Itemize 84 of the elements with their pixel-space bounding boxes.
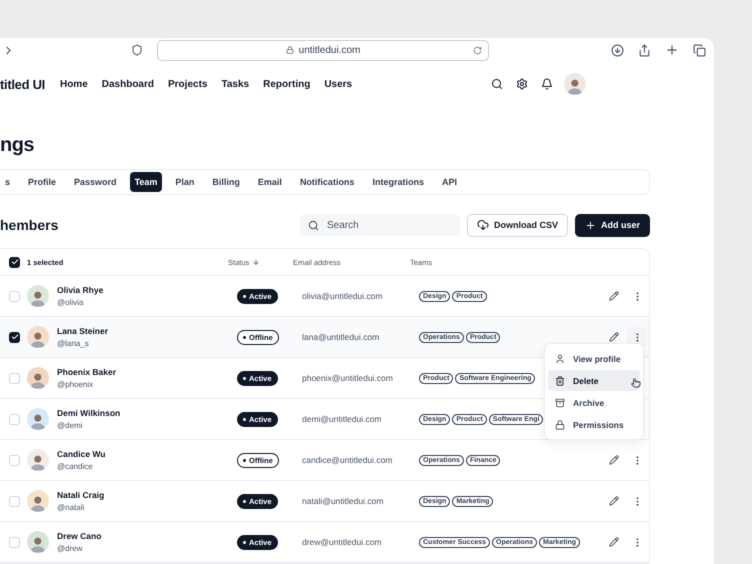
- address-bar[interactable]: untitledui.com: [157, 40, 489, 60]
- user-name: Lana Steiner: [57, 326, 108, 336]
- user-handle: @natali: [57, 503, 86, 512]
- search-icon[interactable]: [491, 78, 503, 90]
- user-handle: @demi: [57, 421, 84, 430]
- reload-icon[interactable]: [473, 46, 482, 54]
- user-name: Phoenix Baker: [57, 367, 116, 377]
- nav-link[interactable]: Users: [324, 78, 352, 90]
- person-silhouette-icon: [29, 535, 47, 553]
- search-field[interactable]: Search: [300, 214, 460, 236]
- user-handle: @lana_s: [57, 339, 90, 348]
- archive-icon: [555, 398, 565, 408]
- shield-icon[interactable]: [131, 44, 143, 56]
- email-text: demi@untitledui.com: [302, 414, 382, 424]
- download-csv-button[interactable]: Download CSV: [466, 214, 568, 236]
- nav-link[interactable]: Tasks: [221, 78, 250, 90]
- pencil-icon: [609, 496, 619, 506]
- avatar[interactable]: [564, 73, 586, 95]
- tab[interactable]: Plan: [170, 172, 200, 192]
- user-handle: @candice: [57, 462, 94, 471]
- nav-link[interactable]: Dashboard: [102, 78, 154, 90]
- settings-icon[interactable]: [516, 78, 528, 90]
- cloud-download-icon: [476, 219, 489, 231]
- person-silhouette-icon: [29, 289, 47, 307]
- pencil-icon: [609, 332, 619, 342]
- user-icon: [555, 354, 565, 364]
- menu-item[interactable]: Delete: [548, 370, 640, 391]
- tab[interactable]: Team: [130, 172, 162, 192]
- email-text: phoenix@untitledui.com: [302, 373, 393, 383]
- arrow-down-icon[interactable]: [252, 258, 260, 266]
- tab[interactable]: Email: [252, 172, 287, 192]
- hand-cursor-icon: [631, 378, 641, 388]
- pencil-icon: [609, 537, 619, 547]
- copy-icon[interactable]: [693, 44, 706, 56]
- email-text: candice@untitledui.com: [302, 455, 392, 465]
- trash-icon: [555, 376, 565, 386]
- tab[interactable]: s: [0, 172, 16, 192]
- menu-item[interactable]: Permissions: [548, 414, 640, 435]
- download-icon[interactable]: [611, 44, 624, 56]
- tab[interactable]: Billing: [207, 172, 245, 192]
- lock-icon: [286, 46, 294, 54]
- search-icon: [308, 220, 319, 230]
- share-icon[interactable]: [638, 44, 651, 56]
- select-all-checkbox[interactable]: [9, 256, 20, 268]
- add-user-button[interactable]: Add user: [574, 214, 650, 236]
- nav-link[interactable]: Projects: [168, 78, 208, 90]
- person-silhouette-icon: [566, 77, 584, 95]
- tab[interactable]: Profile: [23, 172, 62, 192]
- user-name: Olivia Rhye: [57, 285, 104, 295]
- person-silhouette-icon: [29, 453, 47, 471]
- row-checkbox[interactable]: [9, 332, 20, 342]
- user-name: Demi Wilkinson: [57, 408, 120, 418]
- pencil-icon: [609, 291, 619, 301]
- search-input[interactable]: Search: [324, 218, 449, 232]
- lock-icon: [555, 420, 565, 430]
- email-text: natali@untitledui.com: [302, 496, 384, 506]
- user-name: Drew Cano: [57, 531, 102, 541]
- person-silhouette-icon: [29, 412, 47, 430]
- user-handle: @drew: [57, 544, 84, 553]
- person-silhouette-icon: [29, 494, 47, 512]
- section-title: hembers: [0, 217, 60, 233]
- tab[interactable]: API: [436, 172, 462, 192]
- nav-link[interactable]: Reporting: [263, 78, 310, 90]
- plus-icon[interactable]: [665, 43, 679, 57]
- page-title: ngs: [0, 133, 36, 157]
- email-text: olivia@untitledui.com: [302, 291, 382, 301]
- tab[interactable]: Password: [69, 172, 122, 192]
- person-silhouette-icon: [29, 330, 47, 348]
- pencil-icon: [609, 455, 619, 465]
- menu-item[interactable]: View profile: [548, 348, 640, 369]
- user-handle: @phoenix: [57, 380, 94, 389]
- tab[interactable]: Notifications: [294, 172, 360, 192]
- nav-link[interactable]: Home: [60, 78, 88, 90]
- user-name: Natali Craig: [57, 490, 104, 500]
- email-text: lana@untitledui.com: [302, 332, 380, 342]
- person-silhouette-icon: [29, 371, 47, 389]
- email-text: drew@untitledui.com: [302, 537, 382, 547]
- user-name: Candice Wu: [57, 449, 106, 459]
- plus-icon: [584, 220, 596, 230]
- brand-logo-text[interactable]: titled UI: [0, 76, 45, 92]
- user-handle: @olivia: [57, 298, 84, 307]
- bell-icon[interactable]: [541, 78, 553, 90]
- menu-item[interactable]: Archive: [548, 392, 640, 413]
- tab[interactable]: Integrations: [367, 172, 429, 192]
